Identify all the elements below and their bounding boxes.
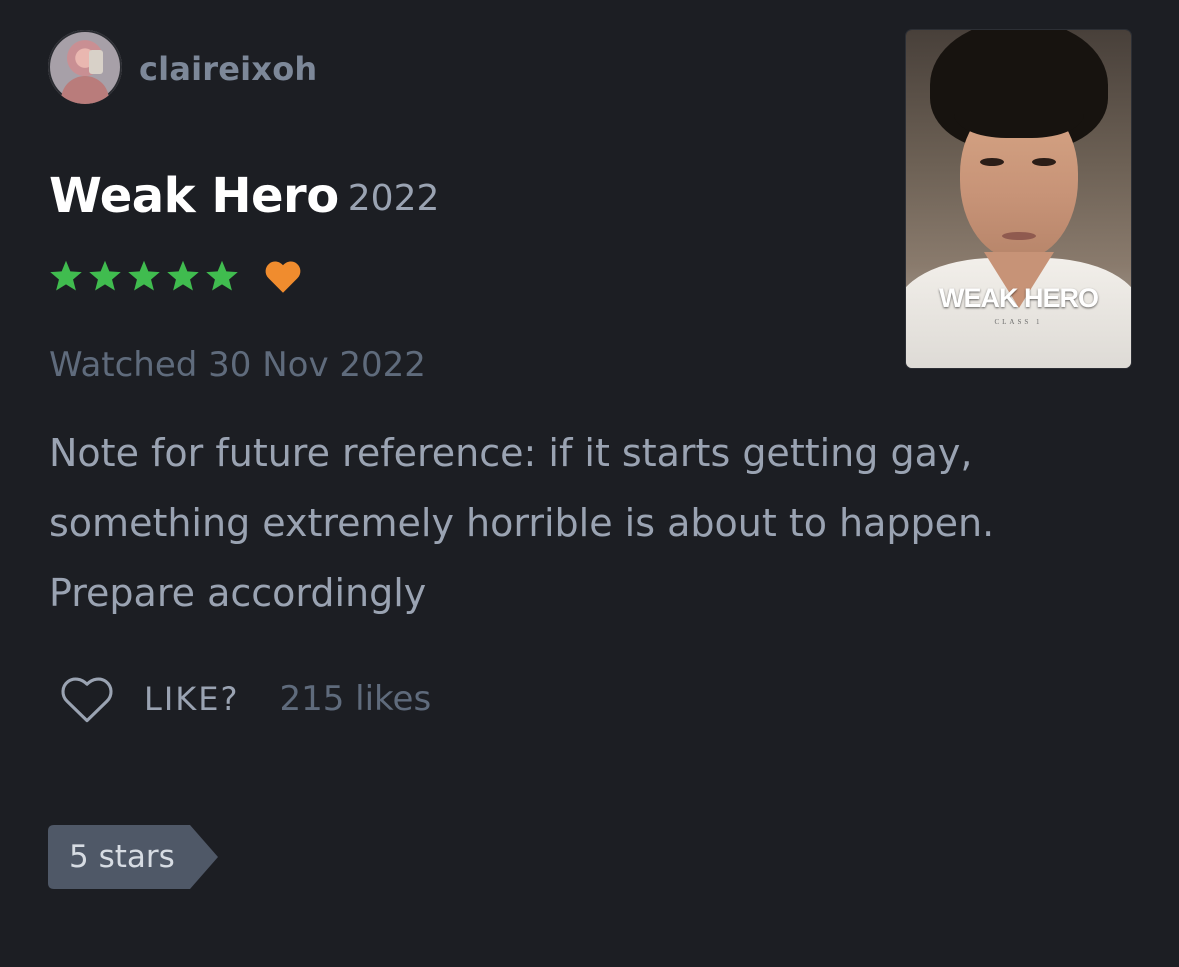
heart-filled-icon — [265, 261, 301, 293]
user-avatar[interactable] — [48, 30, 122, 104]
poster-bangs — [954, 78, 1084, 138]
film-title[interactable]: Weak Hero — [49, 168, 339, 224]
avatar-figure — [61, 76, 109, 104]
heart-outline-icon[interactable] — [58, 674, 116, 724]
poster-title: WEAK HERO — [939, 283, 1099, 313]
film-year[interactable]: 2022 — [348, 178, 440, 219]
film-heading: Weak Hero 2022 — [49, 168, 439, 224]
poster-eye — [1032, 158, 1056, 166]
like-button[interactable]: LIKE? — [144, 680, 239, 718]
poster-mouth — [1002, 232, 1036, 240]
star-icon — [128, 260, 160, 291]
star-icon — [167, 260, 199, 291]
star-icon — [89, 260, 121, 291]
poster-subtitle: CLASS 1 — [994, 318, 1043, 326]
review-text: Note for future reference: if it starts … — [49, 431, 995, 615]
like-count[interactable]: 215 likes — [279, 679, 431, 719]
star-icon — [206, 260, 238, 291]
username[interactable]: claireixoh — [139, 50, 317, 88]
star-icon — [50, 260, 82, 291]
poster-eye — [980, 158, 1004, 166]
tag-label: 5 stars — [69, 839, 175, 875]
film-poster[interactable]: WEAK HERO CLASS 1 — [906, 30, 1131, 368]
watched-date: Watched 30 Nov 2022 — [49, 345, 426, 385]
rating-row — [48, 256, 303, 296]
avatar-phone — [89, 50, 103, 74]
like-row: LIKE? 215 likes — [58, 674, 431, 724]
